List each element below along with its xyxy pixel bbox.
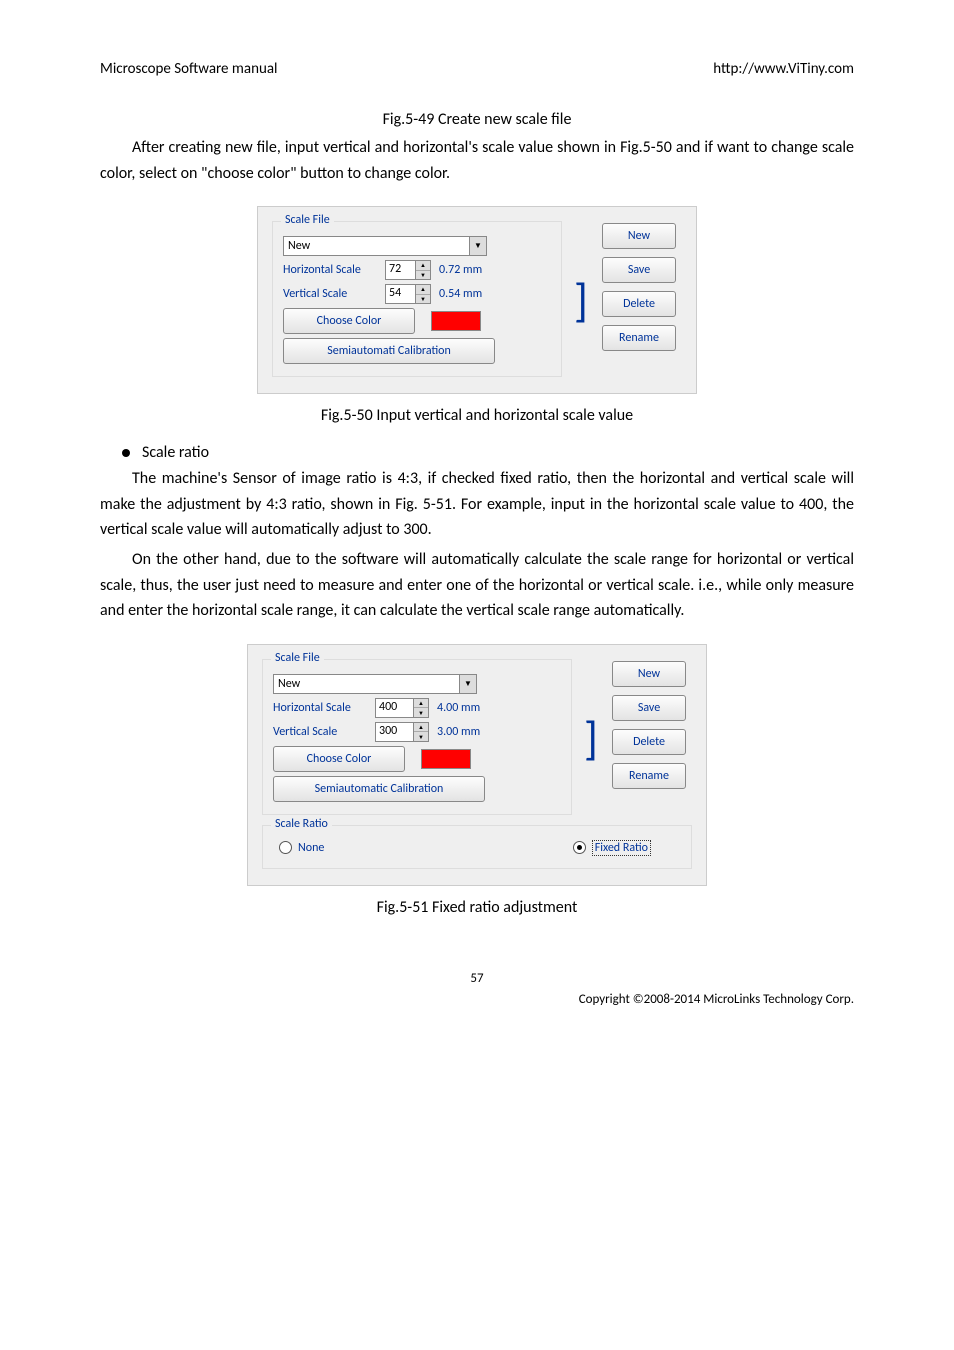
delete-button[interactable]: Delete xyxy=(612,729,686,755)
spin-down-icon[interactable]: ▼ xyxy=(416,295,430,304)
semiauto-calibration-button[interactable]: Semiautomatic Calibration xyxy=(273,776,485,802)
scale-file-group-2: Scale File New ▼ Horizontal Scale 400 xyxy=(262,659,572,815)
spin-up-icon[interactable]: ▲ xyxy=(416,261,430,271)
choose-color-button[interactable]: Choose Color xyxy=(273,746,405,772)
fig-5-49-caption: Fig.5-49 Create new scale file xyxy=(100,110,854,129)
radio-none-label: None xyxy=(298,841,324,855)
rename-button[interactable]: Rename xyxy=(602,325,676,351)
radio-fixed-label: Fixed Ratio xyxy=(592,840,651,856)
header-left: Microscope Software manual xyxy=(100,60,277,78)
bullet-icon xyxy=(122,449,130,457)
save-button[interactable]: Save xyxy=(612,695,686,721)
paragraph-1: After creating new file, input vertical … xyxy=(100,135,854,186)
group-legend: Scale File xyxy=(271,651,324,665)
dropdown-value: New xyxy=(274,677,459,691)
scale-file-dropdown[interactable]: New ▼ xyxy=(283,236,487,256)
hscale-value: 72 xyxy=(386,261,415,279)
chevron-down-icon[interactable]: ▼ xyxy=(469,237,486,255)
page-number: 57 xyxy=(100,971,854,986)
scale-file-panel-1: Scale File New ▼ Horizontal Scale 72 ▲ xyxy=(257,206,697,394)
vscale-value: 300 xyxy=(376,723,413,741)
paragraph-3: On the other hand, due to the software w… xyxy=(100,547,854,624)
vscale-label: Vertical Scale xyxy=(283,287,377,301)
radio-none[interactable] xyxy=(279,841,292,854)
radio-fixed[interactable] xyxy=(573,841,586,854)
header-right: http://www.ViTiny.com xyxy=(713,60,854,78)
hscale-value: 400 xyxy=(376,699,413,717)
vscale-label: Vertical Scale xyxy=(273,725,367,739)
vscale-unit: 0.54 mm xyxy=(439,287,493,301)
hscale-unit: 0.72 mm xyxy=(439,263,493,277)
paragraph-2: The machine's Sensor of image ratio is 4… xyxy=(100,466,854,543)
save-button[interactable]: Save xyxy=(602,257,676,283)
choose-color-button[interactable]: Choose Color xyxy=(283,308,415,334)
spin-down-icon[interactable]: ▼ xyxy=(414,708,428,717)
spin-down-icon[interactable]: ▼ xyxy=(414,732,428,741)
scale-file-group-1: Scale File New ▼ Horizontal Scale 72 ▲ xyxy=(272,221,562,377)
rename-button[interactable]: Rename xyxy=(612,763,686,789)
group-legend: Scale Ratio xyxy=(271,817,332,831)
spin-up-icon[interactable]: ▲ xyxy=(414,699,428,709)
dropdown-value: New xyxy=(284,239,469,253)
hscale-label: Horizontal Scale xyxy=(273,701,367,715)
group-legend: Scale File xyxy=(281,213,334,227)
hscale-unit: 4.00 mm xyxy=(437,701,491,715)
chevron-down-icon[interactable]: ▼ xyxy=(459,675,476,693)
color-swatch xyxy=(431,311,481,331)
bullet-scale-ratio: Scale ratio xyxy=(142,443,209,462)
fig-5-51-caption: Fig.5-51 Fixed ratio adjustment xyxy=(100,898,854,917)
bracket-icon: ] xyxy=(584,719,598,760)
new-button[interactable]: New xyxy=(602,223,676,249)
copyright: Copyright ©2008-2014 MicroLinks Technolo… xyxy=(100,992,854,1007)
spin-up-icon[interactable]: ▲ xyxy=(414,723,428,733)
hscale-spin[interactable]: 72 ▲▼ xyxy=(385,260,431,280)
semiauto-calibration-button[interactable]: Semiautomati Calibration xyxy=(283,338,495,364)
scale-ratio-group: Scale Ratio None Fixed Ratio xyxy=(262,825,692,869)
scale-file-dropdown[interactable]: New ▼ xyxy=(273,674,477,694)
vscale-value: 54 xyxy=(386,285,415,303)
vscale-spin[interactable]: 54 ▲▼ xyxy=(385,284,431,304)
color-swatch xyxy=(421,749,471,769)
spin-down-icon[interactable]: ▼ xyxy=(416,271,430,280)
hscale-spin[interactable]: 400 ▲▼ xyxy=(375,698,429,718)
vscale-spin[interactable]: 300 ▲▼ xyxy=(375,722,429,742)
bracket-icon: ] xyxy=(574,281,588,322)
delete-button[interactable]: Delete xyxy=(602,291,676,317)
fig-5-50-caption: Fig.5-50 Input vertical and horizontal s… xyxy=(100,406,854,425)
hscale-label: Horizontal Scale xyxy=(283,263,377,277)
scale-file-panel-2: Scale File New ▼ Horizontal Scale 400 xyxy=(247,644,707,886)
vscale-unit: 3.00 mm xyxy=(437,725,491,739)
new-button[interactable]: New xyxy=(612,661,686,687)
spin-up-icon[interactable]: ▲ xyxy=(416,285,430,295)
